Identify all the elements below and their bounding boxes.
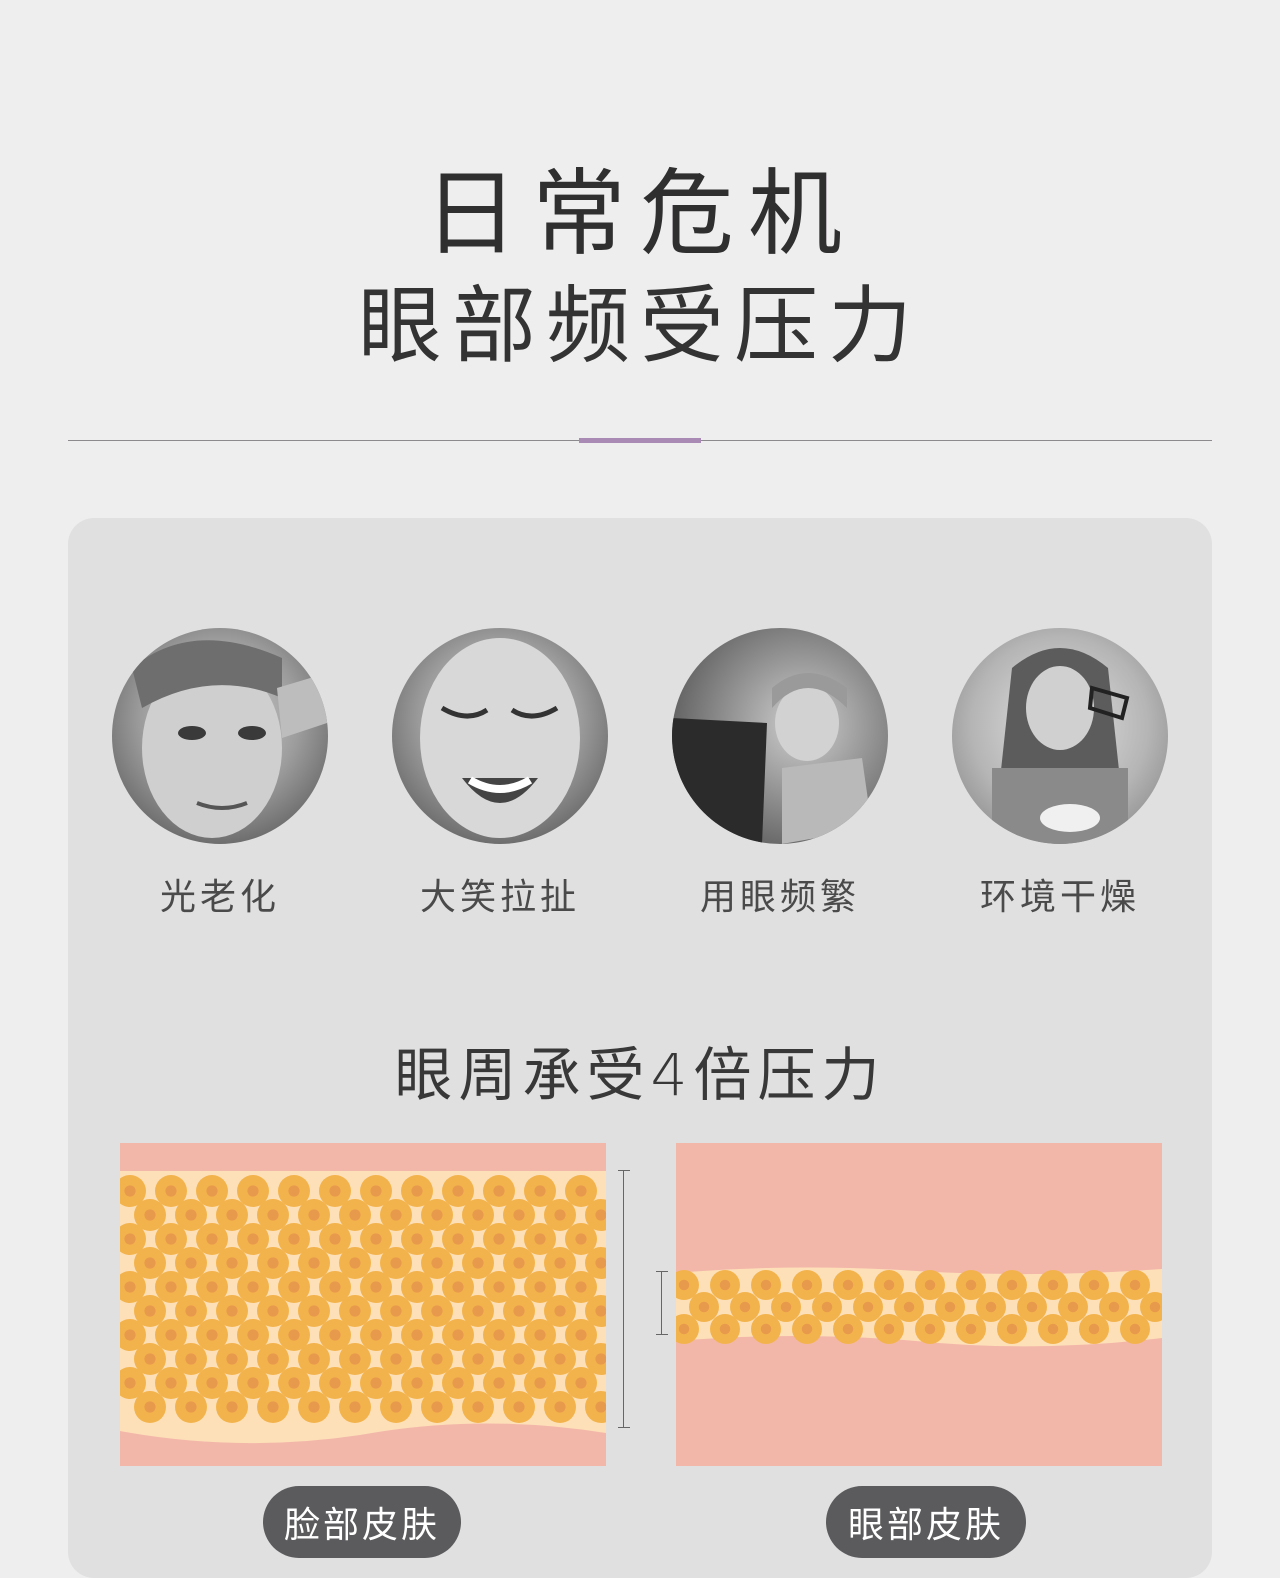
face-skin-diagram — [120, 1143, 606, 1466]
woman-touching-forehead-photo — [112, 628, 328, 844]
cause-label: 用眼频繁 — [699, 877, 860, 918]
divider-accent — [579, 438, 701, 443]
page-header: 日常危机 眼部频受压力 — [0, 160, 1280, 376]
cause-item-eye-strain: 用眼频繁 — [670, 628, 890, 920]
eye-skin-label: 眼部皮肤 — [826, 1486, 1026, 1558]
face-thickness-indicator — [618, 1170, 630, 1428]
page-subtitle: 眼部频受压力 — [357, 277, 922, 375]
cause-item-laughing: 大笑拉扯 — [390, 628, 610, 920]
page-title: 日常危机 — [423, 160, 856, 269]
tired-woman-rubbing-eye-photo — [952, 628, 1168, 844]
cause-label: 环境干燥 — [979, 877, 1140, 918]
eye-thickness-indicator — [656, 1271, 668, 1335]
cause-label: 光老化 — [159, 877, 280, 918]
cause-label: 大笑拉扯 — [419, 877, 580, 918]
child-with-tablet-photo — [672, 628, 888, 844]
cause-item-photoaging: 光老化 — [110, 628, 330, 920]
laughing-woman-photo — [392, 628, 608, 844]
eye-skin-diagram — [676, 1143, 1162, 1466]
face-skin-label: 脸部皮肤 — [263, 1486, 461, 1558]
comparison-title: 眼周承受4倍压力 — [394, 1041, 886, 1109]
cause-item-dry-environment: 环境干燥 — [950, 628, 1170, 920]
content-card: 光老化 大笑拉扯 用眼频繁 环境干燥 眼周承受4倍压力 脸部皮肤 眼部皮肤 — [68, 518, 1212, 1578]
